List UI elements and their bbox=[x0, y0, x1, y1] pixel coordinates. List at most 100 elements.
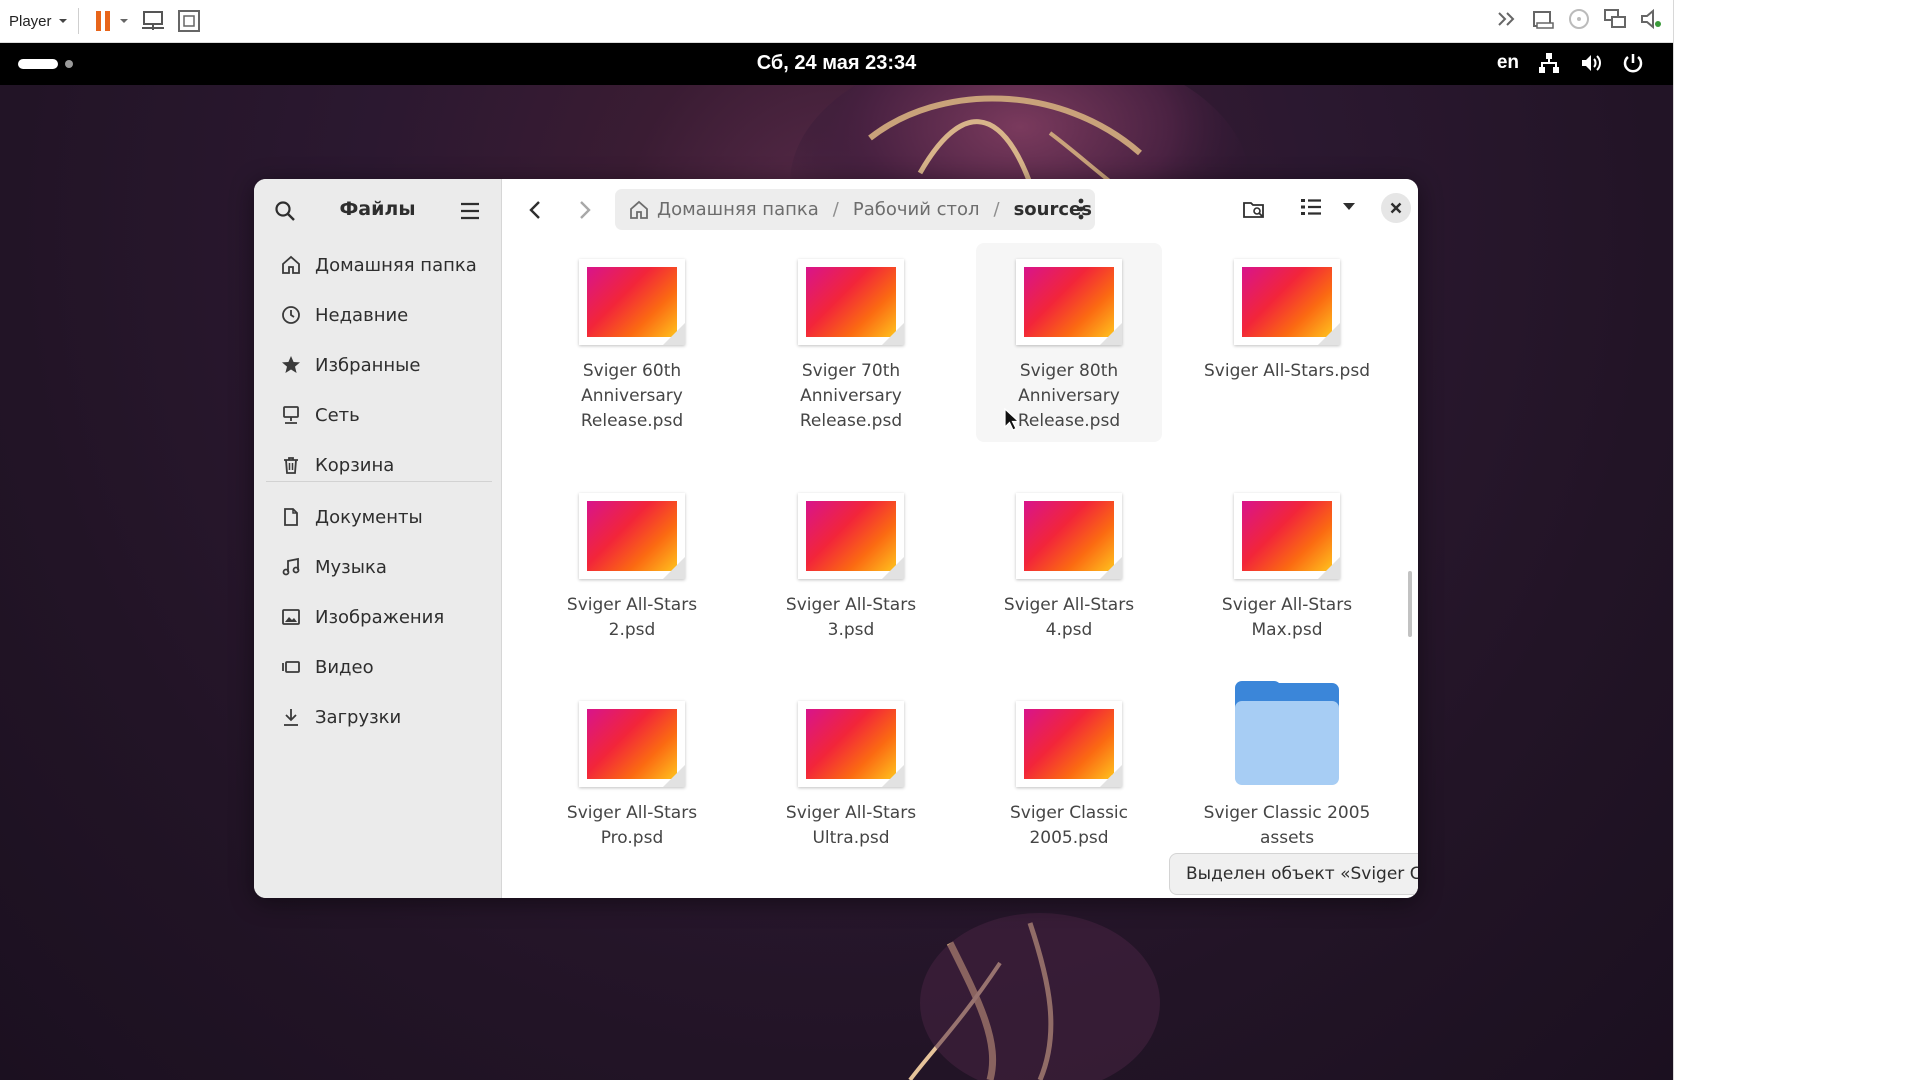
player-menu[interactable]: Player bbox=[9, 13, 68, 30]
volume-icon bbox=[1579, 51, 1603, 75]
file-item[interactable]: Sviger All-Stars 3.psd bbox=[758, 493, 944, 643]
sidebar-item-documents[interactable]: Документы bbox=[264, 497, 492, 537]
close-icon bbox=[1390, 202, 1402, 214]
forward-button[interactable] bbox=[569, 194, 601, 226]
sidebar-item-network[interactable]: Сеть bbox=[264, 395, 492, 435]
player-menu-label: Player bbox=[9, 12, 52, 30]
sidebar-item-music[interactable]: Музыка bbox=[264, 547, 492, 587]
file-name: Sviger All-Stars 3.psd bbox=[785, 595, 917, 640]
sidebar-item-label: Домашняя папка bbox=[315, 254, 477, 276]
files-window: Файлы Домашняя папка Недавние Избранные … bbox=[254, 179, 1418, 898]
file-item[interactable]: Sviger All-Stars 4.psd bbox=[976, 493, 1162, 643]
psd-file-icon bbox=[798, 701, 904, 787]
sidebar-item-label: Документы bbox=[315, 506, 423, 528]
list-view-button[interactable] bbox=[1295, 191, 1327, 223]
network-adapter-icon[interactable] bbox=[1603, 7, 1627, 31]
breadcrumb-desktop[interactable]: Рабочий стол bbox=[853, 199, 980, 220]
sidebar-item-home[interactable]: Домашняя папка bbox=[264, 245, 492, 285]
music-icon bbox=[280, 556, 302, 578]
file-name: Sviger Classic 2005 assets bbox=[1203, 803, 1371, 848]
sidebar-item-trash[interactable]: Корзина bbox=[264, 445, 492, 485]
power-icon bbox=[1621, 51, 1645, 75]
sidebar-item-recent[interactable]: Недавние bbox=[264, 295, 492, 335]
psd-file-icon bbox=[1016, 493, 1122, 579]
sidebar-item-label: Недавние bbox=[315, 304, 409, 326]
file-item[interactable]: Sviger 70th Anniversary Release.psd bbox=[758, 259, 944, 434]
network-icon bbox=[280, 404, 302, 426]
folder-item[interactable]: Sviger Classic 2005 assets bbox=[1194, 681, 1380, 851]
sound-card-icon[interactable] bbox=[1639, 7, 1663, 31]
fullscreen-button[interactable] bbox=[175, 7, 203, 35]
sidebar-item-starred[interactable]: Избранные bbox=[264, 345, 492, 385]
pause-button[interactable] bbox=[89, 7, 117, 35]
sidebar-item-pictures[interactable]: Изображения bbox=[264, 597, 492, 637]
sidebar-item-label: Музыка bbox=[315, 556, 387, 578]
close-button[interactable] bbox=[1381, 193, 1411, 223]
clock[interactable]: Сб, 24 мая 23:34 bbox=[0, 52, 1673, 75]
psd-file-icon bbox=[579, 701, 685, 787]
sidebar-item-videos[interactable]: Видео bbox=[264, 647, 492, 687]
file-item[interactable]: Sviger All-Stars.psd bbox=[1194, 259, 1380, 384]
psd-file-icon bbox=[579, 259, 685, 345]
path-bar[interactable]: Домашняя папка / Рабочий стол / sources bbox=[615, 189, 1095, 230]
cd-drive-icon[interactable] bbox=[1567, 7, 1591, 31]
clock-icon bbox=[280, 304, 302, 326]
folder-icon bbox=[1235, 681, 1339, 787]
file-item[interactable]: Sviger All-Stars Ultra.psd bbox=[758, 701, 944, 851]
file-item[interactable]: Sviger Classic 2005.psd bbox=[976, 701, 1162, 851]
psd-file-icon bbox=[1016, 259, 1122, 345]
sidebar-item-label: Видео bbox=[315, 656, 374, 678]
view-options-button[interactable] bbox=[1333, 191, 1365, 223]
scrollbar[interactable] bbox=[1408, 571, 1412, 637]
gnome-top-bar: Сб, 24 мая 23:34 en bbox=[0, 43, 1673, 85]
selection-status: Выделен объект «Sviger Clock OS 7.psd» (… bbox=[1169, 853, 1418, 895]
sidebar-header: Файлы bbox=[254, 179, 501, 241]
main-menu-button[interactable] bbox=[456, 197, 484, 225]
keyboard-layout[interactable]: en bbox=[1497, 52, 1519, 74]
psd-file-icon bbox=[1016, 701, 1122, 787]
sidebar-item-label: Избранные bbox=[315, 354, 421, 376]
hard-disk-icon[interactable] bbox=[1531, 7, 1555, 31]
file-name: Sviger All-Stars.psd bbox=[1204, 361, 1370, 381]
send-ctrl-alt-del-button[interactable] bbox=[139, 7, 167, 35]
pause-icon bbox=[95, 11, 110, 31]
player-toolbar: Player bbox=[0, 0, 1673, 43]
download-icon bbox=[280, 706, 302, 728]
file-grid: Sviger 60th Anniversary Release.psd Svig… bbox=[502, 241, 1418, 898]
list-view-icon bbox=[1301, 199, 1321, 215]
pause-options-button[interactable] bbox=[117, 7, 131, 35]
sidebar-item-label: Корзина bbox=[315, 454, 395, 476]
mouse-cursor-icon bbox=[1004, 408, 1020, 431]
chevron-right-icon bbox=[580, 201, 591, 219]
psd-file-icon bbox=[798, 259, 904, 345]
fullscreen-icon bbox=[177, 10, 200, 32]
search-in-folder-button[interactable] bbox=[1238, 194, 1270, 226]
breadcrumb-home[interactable]: Домашняя папка bbox=[657, 199, 819, 220]
folder-menu-button[interactable] bbox=[1077, 197, 1085, 221]
file-item[interactable]: Sviger 60th Anniversary Release.psd bbox=[539, 259, 725, 434]
kebab-menu-icon bbox=[1078, 198, 1084, 220]
psd-file-icon bbox=[798, 493, 904, 579]
device-icons bbox=[1495, 7, 1663, 31]
content-pane: Домашняя папка / Рабочий стол / sources bbox=[502, 179, 1418, 898]
psd-file-icon bbox=[1234, 493, 1340, 579]
file-name: Sviger Classic 2005.psd bbox=[1009, 803, 1128, 848]
toolbar-divider bbox=[77, 8, 79, 34]
file-name: Sviger All-Stars 2.psd bbox=[566, 595, 698, 640]
sidebar-item-downloads[interactable]: Загрузки bbox=[264, 697, 492, 737]
document-icon bbox=[280, 506, 302, 528]
back-button[interactable] bbox=[519, 194, 551, 226]
file-item[interactable]: Sviger All-Stars 2.psd bbox=[539, 493, 725, 643]
home-icon bbox=[280, 254, 302, 276]
file-name: Sviger All-Stars 4.psd bbox=[1003, 595, 1135, 640]
breadcrumb-separator: / bbox=[832, 199, 839, 220]
send-keys-icon bbox=[141, 11, 164, 30]
image-icon bbox=[280, 606, 302, 628]
chevron-down-icon bbox=[119, 19, 128, 23]
system-tray[interactable]: en bbox=[1497, 51, 1645, 75]
more-devices-icon[interactable] bbox=[1495, 7, 1519, 31]
file-item[interactable]: Sviger All-Stars Max.psd bbox=[1194, 493, 1380, 643]
sidebar-item-label: Загрузки bbox=[315, 706, 402, 728]
file-item[interactable]: Sviger All-Stars Pro.psd bbox=[539, 701, 725, 851]
breadcrumb-separator: / bbox=[993, 199, 1000, 220]
